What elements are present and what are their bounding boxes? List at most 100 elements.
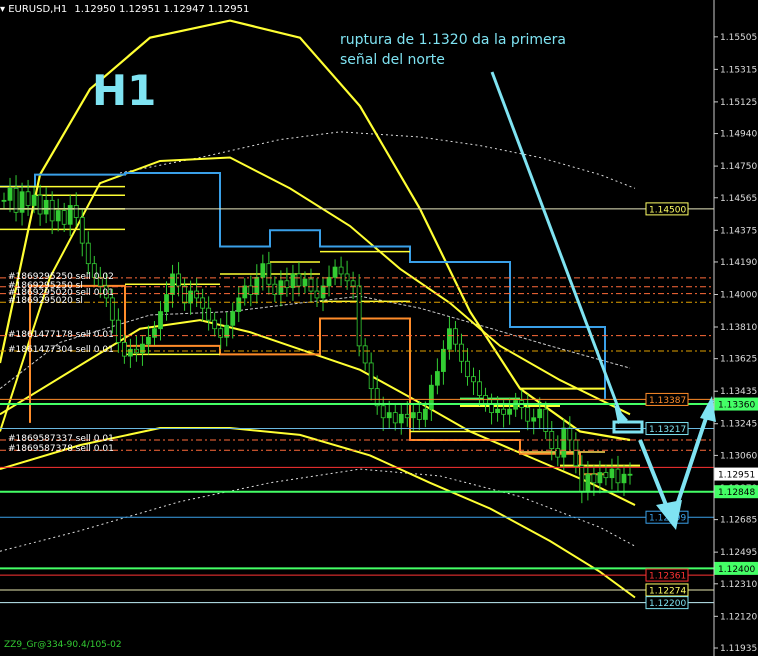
candle-body xyxy=(477,381,482,396)
price-label-text: 1.12848 xyxy=(718,488,755,498)
candle-body xyxy=(1,199,7,202)
candle-body xyxy=(115,319,121,343)
candle-body xyxy=(368,362,374,390)
candle-body xyxy=(85,242,91,265)
y-tick-label: 1.13625 xyxy=(720,355,757,365)
candle-body xyxy=(465,360,470,378)
candle-body xyxy=(128,348,133,357)
candle-body xyxy=(567,427,573,441)
candle-body xyxy=(416,412,422,420)
candle-body xyxy=(73,205,79,218)
y-tick-label: 1.14565 xyxy=(720,194,757,204)
candle-body xyxy=(422,408,428,420)
annotation-line-1: ruptura de 1.1320 da la primera xyxy=(340,32,567,48)
y-tick-label: 1.11935 xyxy=(720,644,757,654)
order-label: #1869587378 sell 0.01 xyxy=(8,444,114,455)
y-tick-label: 1.15315 xyxy=(720,65,757,75)
candle-body xyxy=(501,408,506,415)
y-tick-label: 1.12120 xyxy=(720,612,757,622)
candle-body xyxy=(603,472,609,479)
candle-body xyxy=(236,297,242,313)
candle-body xyxy=(61,210,67,225)
price-label-text: 1.12274 xyxy=(649,586,686,596)
candle-body xyxy=(585,473,591,492)
price-label-text: 1.12400 xyxy=(718,565,755,575)
candle-body xyxy=(320,285,326,299)
candle-body xyxy=(332,266,338,278)
candle-body xyxy=(31,194,37,206)
candle-body xyxy=(609,468,615,479)
candle-body xyxy=(290,273,296,289)
candle-body xyxy=(158,311,163,330)
candle-body xyxy=(302,278,308,287)
candle-body xyxy=(170,273,175,295)
order-label: #1869295020 sl xyxy=(8,296,83,307)
y-tick-label: 1.13245 xyxy=(720,420,757,430)
candle-body xyxy=(362,345,368,364)
candle-body xyxy=(194,290,200,299)
candle-body xyxy=(495,408,500,414)
y-tick-label: 1.12310 xyxy=(720,580,757,590)
candle-body xyxy=(254,276,260,295)
candle-body xyxy=(344,273,350,282)
candle-body xyxy=(260,263,266,278)
price-label-text: 1.13387 xyxy=(649,396,686,406)
candle-body xyxy=(79,217,85,244)
candle-body xyxy=(591,473,597,484)
price-label-text: 1.14500 xyxy=(649,205,686,215)
candle-body xyxy=(561,427,567,458)
candle-body xyxy=(43,199,49,215)
y-tick-label: 1.14750 xyxy=(720,162,757,172)
candle-body xyxy=(459,343,464,362)
candle-body xyxy=(266,263,272,285)
candle-body xyxy=(146,336,151,345)
order-label: #1861477178 sell 0.01 xyxy=(8,329,114,340)
candle-body xyxy=(597,472,603,484)
candle-body xyxy=(404,413,410,419)
y-tick-label: 1.14940 xyxy=(720,130,757,140)
candle-body xyxy=(531,417,537,422)
candle-body xyxy=(434,371,440,386)
y-tick-label: 1.13810 xyxy=(720,323,757,333)
price-label-text: 1.12200 xyxy=(649,599,686,609)
timeframe-watermark: H1 xyxy=(92,66,157,115)
candle-body xyxy=(200,297,206,309)
candle-body xyxy=(296,273,302,287)
candle-body xyxy=(109,297,115,321)
candle-body xyxy=(37,194,43,215)
order-label: #1869587337 sell 0.01 xyxy=(8,434,114,444)
candle-body xyxy=(25,191,31,206)
candle-body xyxy=(272,283,278,295)
chart-header: ▾ EURUSD,H1 1.12950 1.12951 1.12947 1.12… xyxy=(0,4,249,15)
price-label-text: 1.12951 xyxy=(718,471,755,481)
candle-body xyxy=(447,328,452,350)
candle-body xyxy=(392,412,398,424)
y-tick-label: 1.14375 xyxy=(720,226,757,236)
candle-body xyxy=(537,408,543,419)
candle-body xyxy=(615,468,621,484)
candle-body xyxy=(428,384,434,410)
annotation-line-2: señal del norte xyxy=(340,52,445,68)
candle-body xyxy=(489,403,494,414)
candle-body xyxy=(398,413,404,424)
candle-body xyxy=(507,408,513,415)
candle-body xyxy=(573,439,579,467)
y-tick-label: 1.12495 xyxy=(720,548,757,558)
candle-body xyxy=(49,199,55,222)
candle-body xyxy=(579,465,585,492)
candle-body xyxy=(67,205,73,225)
candle-body xyxy=(350,280,356,287)
candle-body xyxy=(326,276,332,287)
candle-body xyxy=(471,376,476,383)
candle-body xyxy=(380,405,386,419)
candle-body xyxy=(410,412,416,419)
header-arrow-icon: ▾ xyxy=(0,4,6,15)
candle-body xyxy=(525,407,531,422)
candle-body xyxy=(7,187,13,201)
candle-body xyxy=(188,290,193,304)
y-tick-label: 1.14000 xyxy=(720,290,757,300)
annotation-text: ruptura de 1.1320 da la primera señal de… xyxy=(340,30,566,70)
candle-body xyxy=(182,285,187,304)
y-tick-label: 1.15125 xyxy=(720,98,757,108)
candle-body xyxy=(278,280,284,295)
